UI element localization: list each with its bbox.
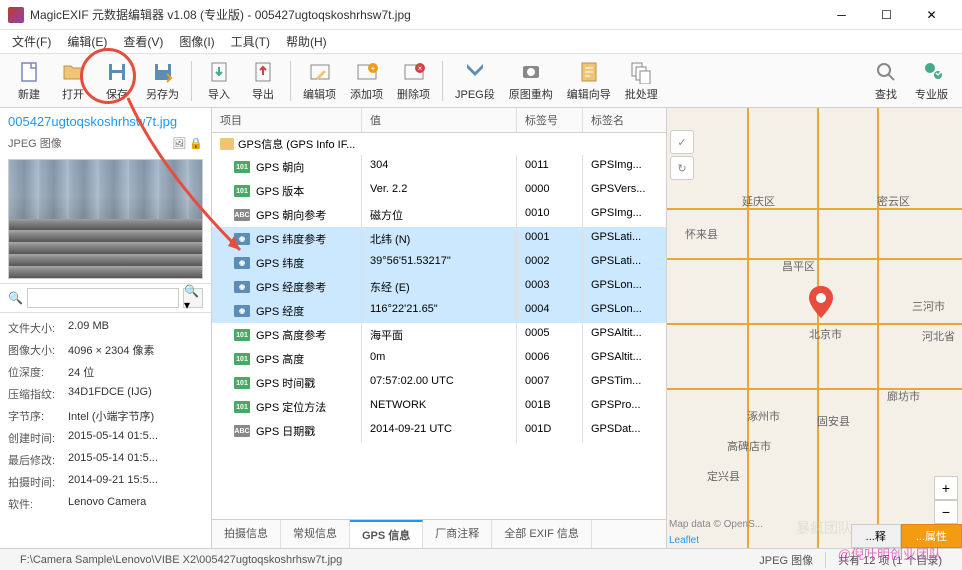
save-button[interactable]: 保存 [96, 58, 138, 104]
map-city-label: 怀来县 [685, 226, 718, 242]
titlebar: MagicEXIF 元数据编辑器 v1.08 (专业版) - 005427ugt… [0, 0, 962, 30]
left-panel: 005427ugtoqskoshrhsw7t.jpg JPEG 图像 🖼 🔒 🔍… [0, 108, 212, 548]
properties-table: 文件大小:2.09 MB图像大小:4096 × 2304 像素位深度:24 位压… [0, 313, 211, 548]
open-button[interactable]: 打开 [52, 58, 94, 104]
center-panel: 项目 值 标签号 标签名 GPS信息 (GPS Info IF... 101GP… [212, 108, 667, 548]
tabs: 拍摄信息常规信息GPS 信息厂商注释全部 EXIF 信息 [212, 519, 666, 548]
close-button[interactable]: ✕ [909, 0, 954, 30]
map-attribution: Map data © OpenS... [669, 519, 763, 530]
tab[interactable]: 拍摄信息 [212, 520, 281, 548]
map-leaflet-link[interactable]: Leaflet [669, 535, 699, 546]
right-panel: ✓ ↻ 密云区延庆区怀来县昌平区北京市三河市河北省廊坊市涿州市固安县高碑店市定兴… [667, 108, 962, 548]
toolbar: 新建 打开 保存 另存为 导入 导出 编辑项 +添加项 ×删除项 JPEG段 原… [0, 54, 962, 108]
table-row[interactable]: 101GPS 高度0m0006GPSAltit... [212, 347, 666, 371]
table-row[interactable]: 101GPS 朝向3040011GPSImg... [212, 155, 666, 179]
batch-button[interactable]: 批处理 [619, 58, 664, 104]
map[interactable]: 密云区延庆区怀来县昌平区北京市三河市河北省廊坊市涿州市固安县高碑店市定兴县 + … [667, 108, 962, 548]
prop-row: 创建时间:2015-05-14 01:5... [8, 427, 203, 449]
menu-tools[interactable]: 工具(T) [223, 31, 278, 52]
menu-view[interactable]: 查看(V) [115, 31, 171, 52]
data-header: 项目 值 标签号 标签名 [212, 108, 666, 133]
saveas-button[interactable]: 另存为 [140, 58, 185, 104]
file-title: 005427ugtoqskoshrhsw7t.jpg [0, 108, 211, 135]
prop-row: 图像大小:4096 × 2304 像素 [8, 339, 203, 361]
jpeg-button[interactable]: JPEG段 [449, 58, 501, 104]
import-button[interactable]: 导入 [198, 58, 240, 104]
thumbnail[interactable] [8, 159, 203, 279]
tab[interactable]: GPS 信息 [350, 520, 423, 548]
svg-text:×: × [417, 64, 422, 73]
prop-row: 文件大小:2.09 MB [8, 317, 203, 339]
map-city-label: 北京市 [809, 326, 842, 342]
minimize-button[interactable]: ─ [819, 0, 864, 30]
menu-help[interactable]: 帮助(H) [278, 31, 335, 52]
search-icon: 🔍 [8, 291, 23, 305]
map-city-label: 密云区 [877, 193, 910, 209]
table-row[interactable]: 101GPS 时间戳07:57:02.00 UTC0007GPSTim... [212, 371, 666, 395]
table-row[interactable]: ABCGPS 日期戳2014-09-21 UTC001DGPSDat... [212, 419, 666, 443]
search-action-button[interactable]: 🔍▾ [183, 288, 203, 308]
table-row[interactable]: ◉GPS 纬度参考北纬 (N)0001GPSLati... [212, 227, 666, 251]
thumb-actions[interactable]: 🖼 🔒 [172, 137, 203, 150]
map-refresh-button[interactable]: ↻ [670, 156, 694, 180]
export-button[interactable]: 导出 [242, 58, 284, 104]
watermark: @倪叶明创业团队 [838, 544, 942, 563]
status-path: F:\Camera Sample\Lenovo\VIBE X2\005427ug… [8, 554, 747, 566]
svg-text:+: + [370, 64, 375, 73]
prop-row: 最后修改:2015-05-14 01:5... [8, 449, 203, 471]
delete-item-button[interactable]: ×删除项 [391, 58, 436, 104]
maximize-button[interactable]: ☐ [864, 0, 909, 30]
search-input[interactable] [27, 288, 179, 308]
menu-image[interactable]: 图像(I) [171, 31, 222, 52]
table-row[interactable]: 101GPS 版本Ver. 2.20000GPSVers... [212, 179, 666, 203]
new-button[interactable]: 新建 [8, 58, 50, 104]
add-item-button[interactable]: +添加项 [344, 58, 389, 104]
table-row[interactable]: 101GPS 定位方法NETWORK001BGPSPro... [212, 395, 666, 419]
prop-row: 位深度:24 位 [8, 361, 203, 383]
folder-icon [220, 138, 234, 150]
prop-row: 压缩指纹:34D1FDCE (IJG) [8, 383, 203, 405]
file-type: JPEG 图像 [8, 135, 62, 151]
window-title: MagicEXIF 元数据编辑器 v1.08 (专业版) - 005427ugt… [30, 6, 819, 23]
table-row[interactable]: ◉GPS 经度参考东经 (E)0003GPSLon... [212, 275, 666, 299]
menu-edit[interactable]: 编辑(E) [59, 31, 115, 52]
table-row[interactable]: ◉GPS 纬度39°56'51.53217"0002GPSLati... [212, 251, 666, 275]
prop-row: 软件:Lenovo Camera [8, 493, 203, 515]
pro-button[interactable]: 专业版 [909, 58, 954, 104]
map-city-label: 三河市 [912, 298, 945, 314]
zoom-in-button[interactable]: + [934, 476, 958, 500]
status-type: JPEG 图像 [747, 552, 826, 568]
prop-row: 拍摄时间:2014-09-21 15:5... [8, 471, 203, 493]
map-city-label: 延庆区 [742, 193, 775, 209]
zoom-out-button[interactable]: − [934, 500, 958, 524]
tab[interactable]: 厂商注释 [423, 520, 492, 548]
table-row[interactable]: ◉GPS 经度116°22'21.65"0004GPSLon... [212, 299, 666, 323]
map-city-label: 定兴县 [707, 468, 740, 484]
data-group[interactable]: GPS信息 (GPS Info IF... [212, 133, 666, 155]
prop-row: 字节序:Intel (小端字节序) [8, 405, 203, 427]
map-city-label: 河北省 [922, 328, 955, 344]
tab[interactable]: 常规信息 [281, 520, 350, 548]
map-check-button[interactable]: ✓ [670, 130, 694, 154]
app-icon [8, 7, 24, 23]
statusbar: F:\Camera Sample\Lenovo\VIBE X2\005427ug… [0, 548, 962, 570]
map-city-label: 涿州市 [747, 408, 780, 424]
wizard-button[interactable]: 编辑向导 [561, 58, 617, 104]
map-city-label: 昌平区 [782, 258, 815, 274]
menu-file[interactable]: 文件(F) [4, 31, 59, 52]
data-rows: GPS信息 (GPS Info IF... 101GPS 朝向3040011GP… [212, 133, 666, 519]
map-city-label: 高碑店市 [727, 438, 771, 454]
watermark2: 暴疯团队 [796, 518, 852, 538]
table-row[interactable]: ABCGPS 朝向参考磁方位0010GPSImg... [212, 203, 666, 227]
menubar: 文件(F) 编辑(E) 查看(V) 图像(I) 工具(T) 帮助(H) [0, 30, 962, 54]
find-button[interactable]: 查找 [865, 58, 907, 104]
map-city-label: 廊坊市 [887, 388, 920, 404]
table-row[interactable]: 101GPS 高度参考海平面0005GPSAltit... [212, 323, 666, 347]
edit-item-button[interactable]: 编辑项 [297, 58, 342, 104]
rebuild-button[interactable]: 原图重构 [503, 58, 559, 104]
map-city-label: 固安县 [817, 413, 850, 429]
tab[interactable]: 全部 EXIF 信息 [492, 520, 592, 548]
map-marker[interactable] [809, 286, 833, 321]
